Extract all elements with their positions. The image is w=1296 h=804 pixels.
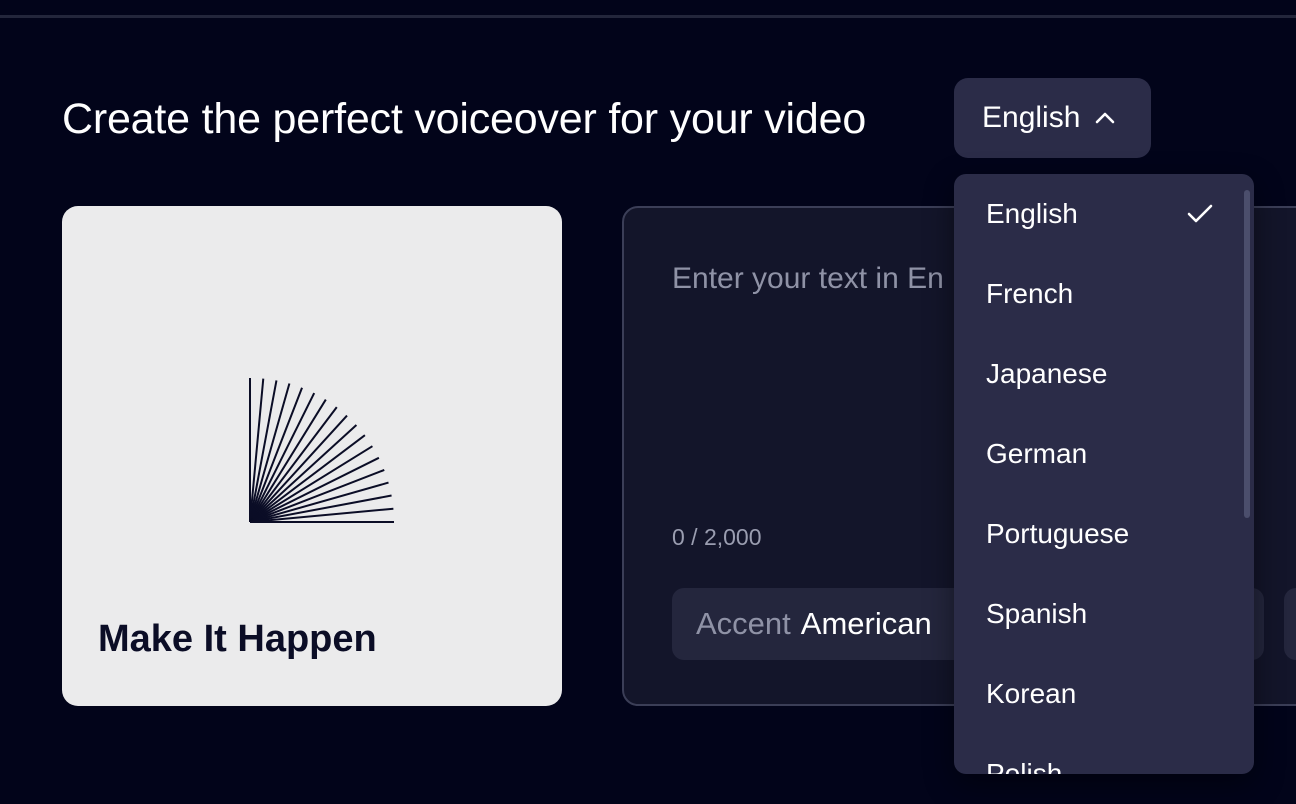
language-option-polish[interactable]: Polish <box>954 734 1254 774</box>
placeholder-visible-start: Enter your text in En <box>672 262 944 295</box>
language-option-japanese[interactable]: Japanese <box>954 334 1254 414</box>
checkmark-icon <box>1187 204 1213 223</box>
option-label: Polish <box>986 758 1063 774</box>
character-count: 0 / 2,000 <box>672 524 762 550</box>
chevron-up-icon <box>1096 112 1115 124</box>
voiceover-page: Create the perfect voiceover for your vi… <box>0 0 1296 804</box>
language-dropdown-menu: English French Japanese German Portugues… <box>954 174 1254 774</box>
preview-title: Make It Happen <box>98 618 377 660</box>
page-title: Create the perfect voiceover for your vi… <box>62 95 867 143</box>
dropdown-scrollbar[interactable] <box>1244 190 1250 518</box>
option-label: French <box>986 278 1074 309</box>
language-option-portuguese[interactable]: Portuguese <box>954 494 1254 574</box>
language-option-korean[interactable]: Korean <box>954 654 1254 734</box>
accent-value: American <box>800 606 932 641</box>
language-select-value: English <box>982 101 1081 134</box>
accent-label: Accent <box>696 606 791 641</box>
language-select-button[interactable]: English <box>954 78 1151 158</box>
language-option-german[interactable]: German <box>954 414 1254 494</box>
option-label: Korean <box>986 678 1077 709</box>
radial-lines-quarter-fan-icon <box>249 378 394 523</box>
option-label: Japanese <box>986 358 1108 389</box>
language-option-english[interactable]: English <box>954 174 1254 254</box>
option-label: Spanish <box>986 598 1088 629</box>
option-label: German <box>986 438 1088 469</box>
option-label: Portuguese <box>986 518 1130 549</box>
next-option-select[interactable] <box>1284 588 1296 660</box>
top-divider <box>0 15 1296 18</box>
option-label: English <box>986 198 1078 229</box>
language-option-french[interactable]: French <box>954 254 1254 334</box>
language-option-spanish[interactable]: Spanish <box>954 574 1254 654</box>
